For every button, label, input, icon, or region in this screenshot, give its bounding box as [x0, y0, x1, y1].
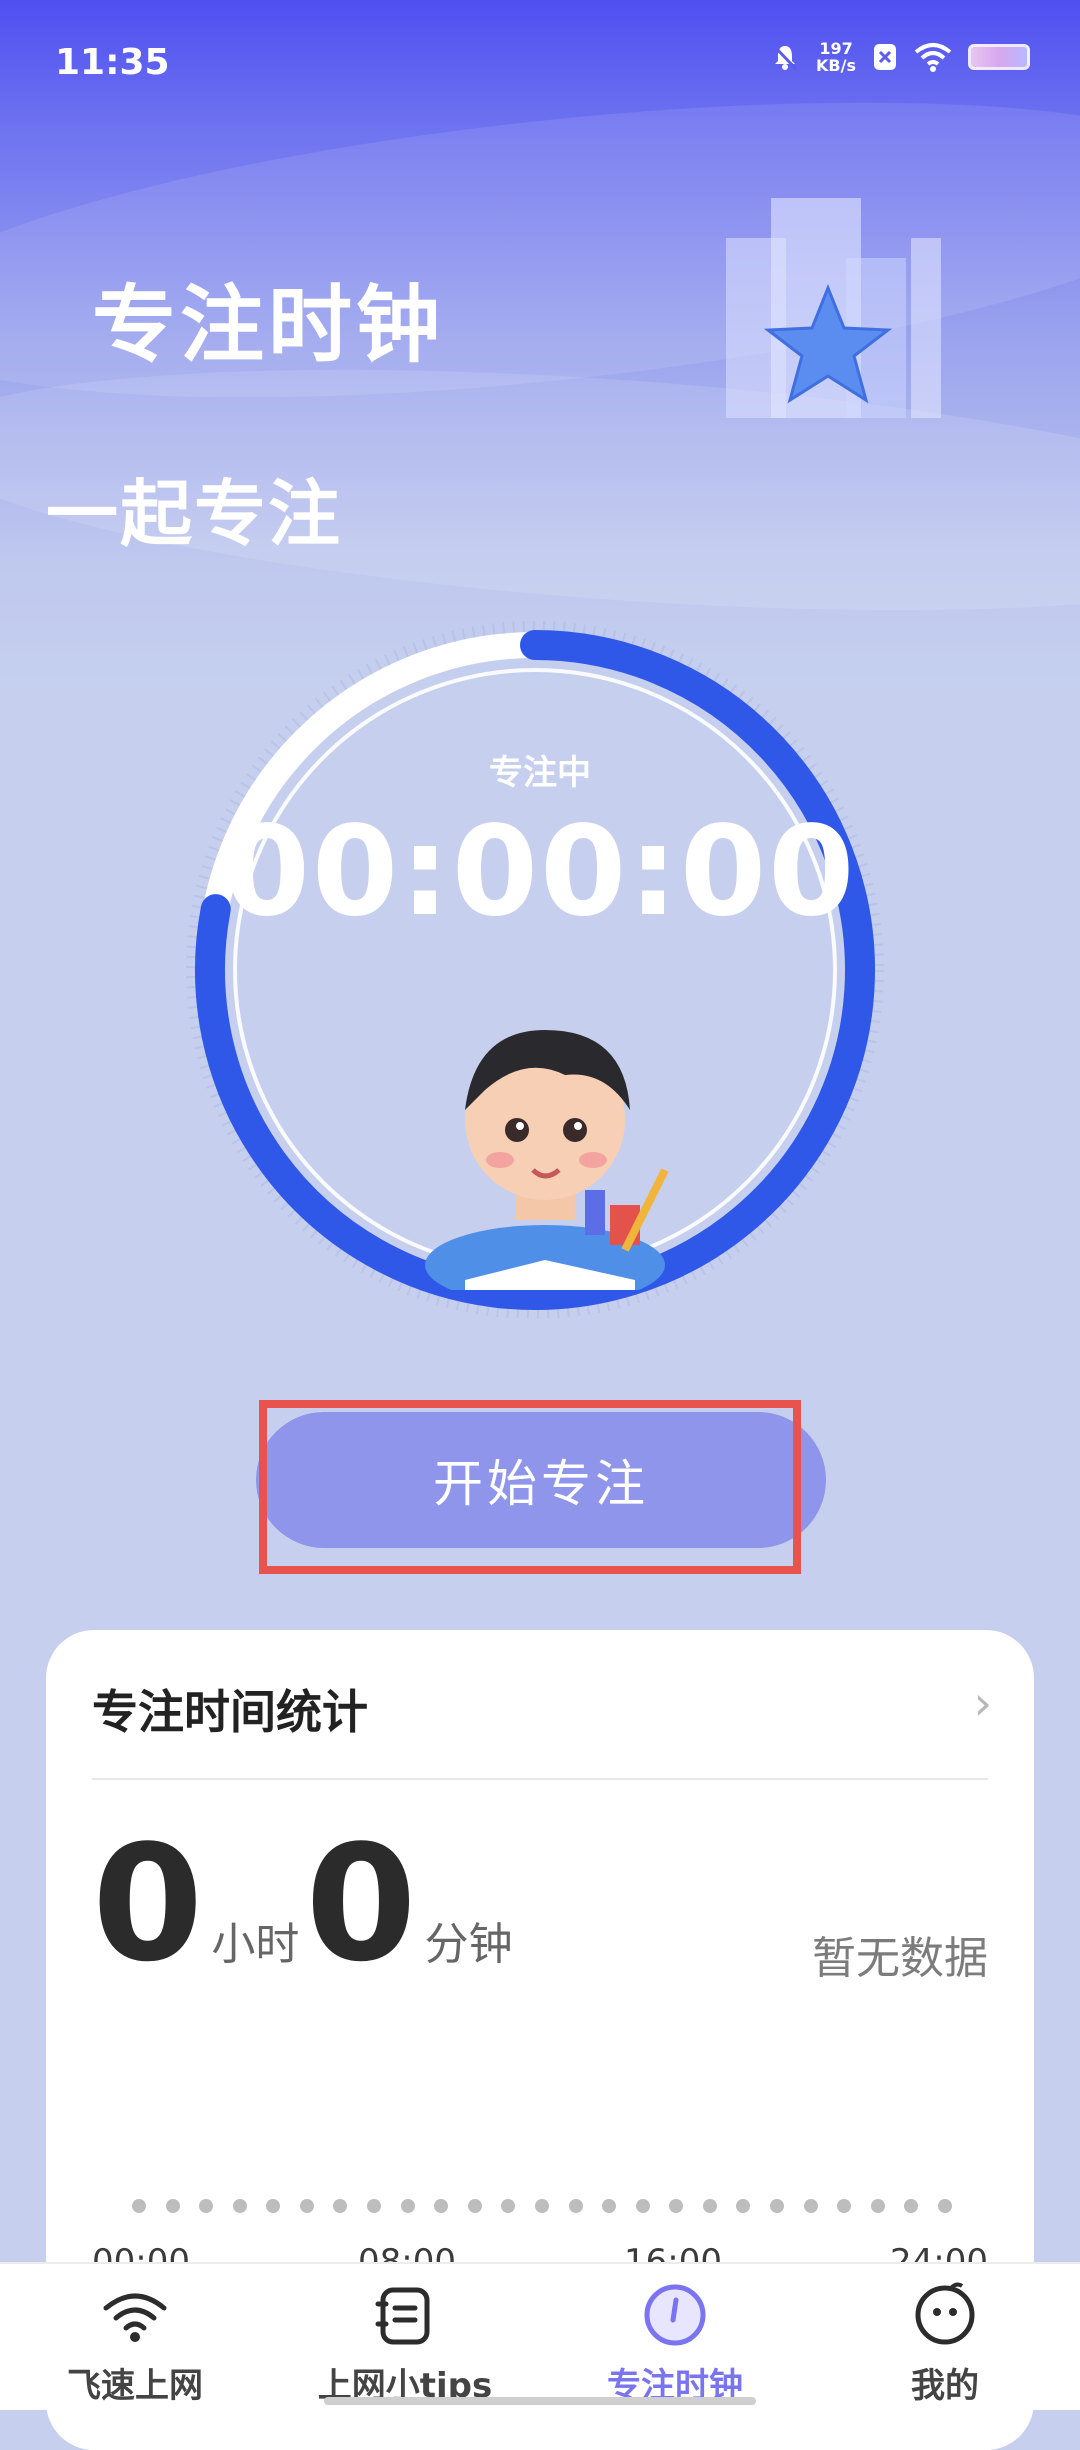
sim-icon: [874, 44, 896, 70]
timeline-dot: [165, 2199, 180, 2213]
minutes-value: 0: [305, 1810, 417, 1997]
status-bar: 11:35 197 KB/s: [0, 0, 1080, 120]
minutes-unit: 分钟: [424, 1919, 513, 1970]
nav-label: 飞速上网: [67, 2366, 203, 2406]
page-title: 专注时钟: [92, 276, 445, 374]
status-time: 11:35: [55, 42, 170, 83]
battery-icon: [968, 44, 1030, 70]
nav-label: 我的: [911, 2366, 979, 2406]
hours-unit: 小时: [211, 1919, 300, 1970]
wifi-status-icon: [914, 43, 952, 72]
timeline-dot: [333, 2199, 348, 2213]
bottom-nav: 飞速上网 上网小tips 专注时钟 我的: [0, 2262, 1080, 2410]
timeline-dot: [803, 2199, 818, 2213]
timeline-dot: [702, 2199, 717, 2213]
nav-item-focus-clock[interactable]: 专注时钟: [540, 2280, 810, 2407]
network-speed-value: 197: [819, 39, 853, 58]
timeline-dot: [937, 2199, 952, 2213]
divider: [92, 1778, 988, 1780]
notes-icon: [375, 2287, 430, 2345]
timeline-dot: [132, 2199, 146, 2213]
reading-boy-illustration: [425, 1030, 669, 1290]
stats-title: 专注时间统计: [92, 1685, 368, 1739]
network-speed-unit: KB/s: [816, 56, 856, 75]
network-speed: 197 KB/s: [816, 40, 856, 74]
chevron-right-icon[interactable]: ›: [974, 1676, 992, 1730]
bell-muted-icon: [772, 44, 798, 71]
timeline-dot: [602, 2199, 617, 2213]
timeline-dot: [199, 2199, 214, 2213]
timer-display: 00:00:00: [223, 800, 857, 944]
home-indicator: [324, 2397, 756, 2405]
hours-value: 0: [92, 1810, 204, 1997]
no-data-label: 暂无数据: [812, 1933, 988, 1984]
timeline-dot: [635, 2199, 650, 2213]
highlight-box: [259, 1400, 801, 1574]
timeline-dot: [769, 2199, 784, 2213]
timer-status: 专注中: [489, 753, 591, 793]
nav-item-tips[interactable]: 上网小tips: [270, 2280, 540, 2407]
nav-item-mine[interactable]: 我的: [810, 2280, 1080, 2407]
focus-total-time: 0 小时 0 分钟: [92, 1824, 519, 1984]
timeline-dot: [299, 2199, 314, 2213]
building-star-illustration: [726, 198, 941, 418]
timeline-dot: [568, 2199, 583, 2213]
timeline-dot: [266, 2199, 281, 2213]
timeline-dot: [501, 2199, 516, 2213]
timeline-dot: [904, 2199, 919, 2213]
timeline-dot: [367, 2199, 382, 2213]
wifi-icon: [103, 2293, 167, 2342]
profile-face-icon: [915, 2282, 975, 2345]
timeline-dot: [400, 2199, 415, 2213]
timeline-dot: [736, 2199, 751, 2213]
page-subtitle: 一起专注: [46, 472, 343, 556]
timeline-dots: [132, 2199, 952, 2213]
nav-item-fast-internet[interactable]: 飞速上网: [0, 2280, 270, 2407]
timeline-dot: [434, 2199, 449, 2213]
timeline-dot: [870, 2199, 885, 2213]
timeline-dot: [232, 2199, 247, 2213]
clock-icon: [644, 2284, 706, 2346]
timeline-dot: [534, 2199, 549, 2213]
timeline-dot: [467, 2199, 482, 2213]
timeline-dot: [837, 2199, 852, 2213]
timeline-dot: [669, 2199, 684, 2213]
status-icons: 197 KB/s: [770, 40, 1030, 74]
